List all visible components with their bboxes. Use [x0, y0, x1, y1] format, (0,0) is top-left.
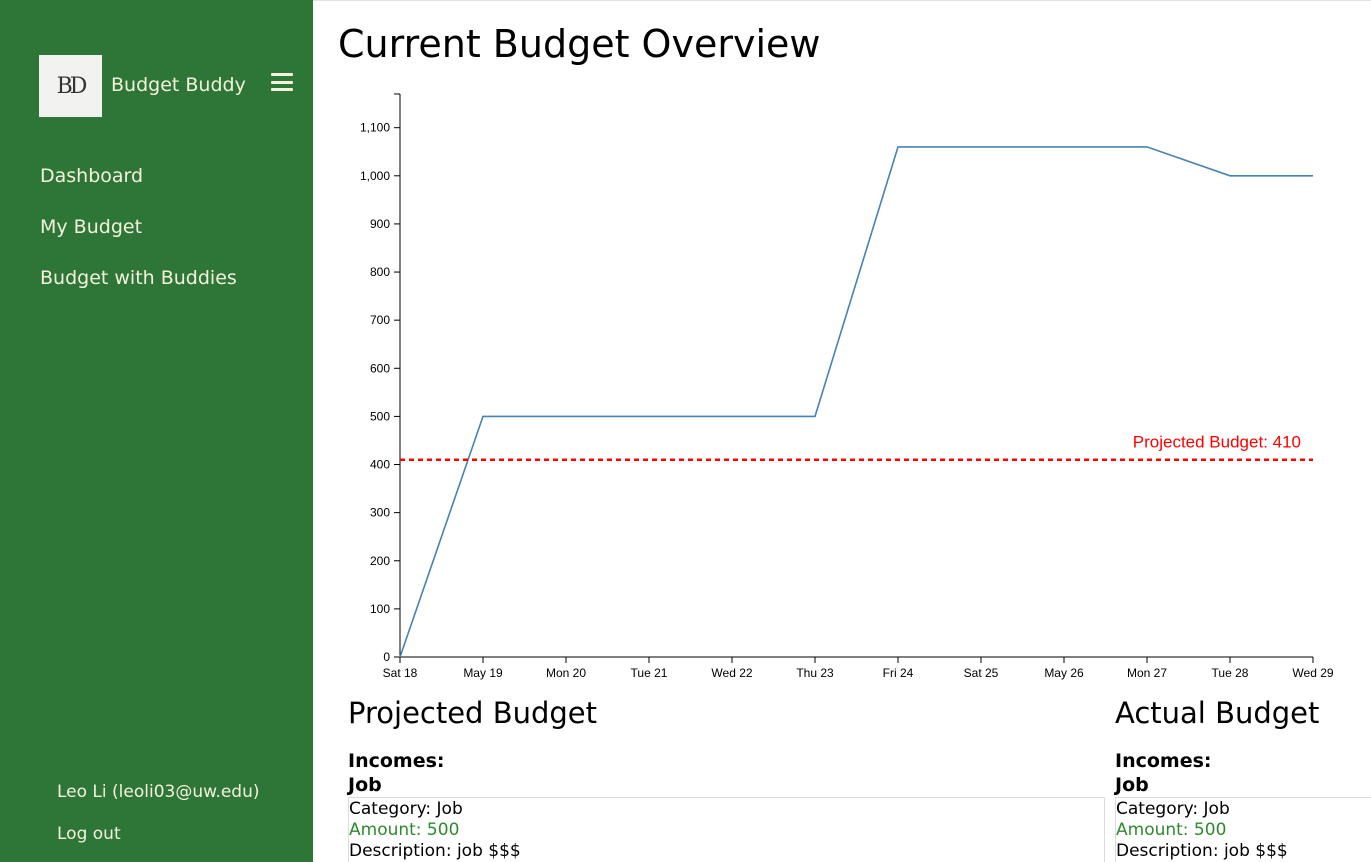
actual-description: Description: job $$$ [1116, 841, 1288, 861]
x-tick-label: Tue 28 [1212, 666, 1249, 680]
y-tick-label: 300 [370, 506, 390, 520]
projected-incomes-label: Incomes: [348, 750, 445, 772]
logo-text: BD [56, 73, 88, 99]
nav-budget-with-buddies[interactable]: Budget with Buddies [40, 267, 237, 289]
y-tick-label: 1,100 [360, 121, 390, 135]
app-logo[interactable]: BD [39, 55, 102, 117]
x-tick-label: Mon 27 [1127, 666, 1167, 680]
x-tick-label: Thu 23 [796, 666, 834, 680]
actual-budget-title: Actual Budget [1115, 696, 1320, 730]
x-tick-label: Tue 21 [631, 666, 668, 680]
y-tick-label: 100 [370, 602, 390, 616]
y-tick-label: 0 [383, 650, 390, 664]
actual-income-card[interactable]: Category: Job Amount: 500 Description: j… [1115, 797, 1371, 862]
x-tick-label: Wed 29 [1292, 666, 1333, 680]
y-tick-label: 700 [370, 313, 390, 327]
nav-dashboard[interactable]: Dashboard [40, 165, 143, 187]
y-tick-label: 400 [370, 458, 390, 472]
x-tick-label: Wed 22 [711, 666, 752, 680]
projected-category: Category: Job [349, 799, 463, 819]
y-tick-label: 1,000 [360, 169, 390, 183]
x-tick-label: May 19 [463, 666, 503, 680]
projected-budget-title: Projected Budget [348, 696, 597, 730]
x-tick-label: May 26 [1044, 666, 1084, 680]
nav-my-budget[interactable]: My Budget [40, 216, 142, 238]
user-info: Leo Li (leoli03@uw.edu) [57, 782, 260, 802]
hamburger-menu-icon[interactable] [271, 73, 293, 91]
actual-incomes-label: Incomes: [1115, 750, 1212, 772]
actual-category: Category: Job [1116, 799, 1230, 819]
y-tick-label: 600 [370, 361, 390, 375]
projected-income-card[interactable]: Category: Job Amount: 500 Description: j… [348, 797, 1105, 862]
page-title: Current Budget Overview [338, 22, 821, 66]
x-tick-label: Mon 20 [546, 666, 586, 680]
y-tick-label: 800 [370, 265, 390, 279]
y-tick-label: 900 [370, 217, 390, 231]
actual-amount: Amount: 500 [1116, 820, 1227, 840]
projected-budget-label: Projected Budget: 410 [1133, 433, 1301, 452]
projected-amount: Amount: 500 [349, 820, 460, 840]
actual-item-name: Job [1115, 774, 1149, 796]
x-tick-label: Sat 25 [964, 666, 999, 680]
x-tick-label: Fri 24 [883, 666, 914, 680]
projected-description: Description: job $$$ [349, 841, 521, 861]
logout-link[interactable]: Log out [57, 824, 121, 844]
budget-line-chart: 0 100 200 300 400 500 600 700 800 900 1,000 1,100 Sa… [360, 93, 1334, 680]
sidebar: BD Budget Buddy Dashboard My Budget Budg… [0, 0, 313, 862]
x-tick-label: Sat 18 [383, 666, 418, 680]
projected-item-name: Job [348, 774, 382, 796]
y-tick-label: 500 [370, 409, 390, 423]
top-divider [313, 0, 1371, 1]
brand-name: Budget Buddy [111, 74, 246, 96]
series-line [399, 146, 1313, 658]
y-tick-label: 200 [370, 554, 390, 568]
